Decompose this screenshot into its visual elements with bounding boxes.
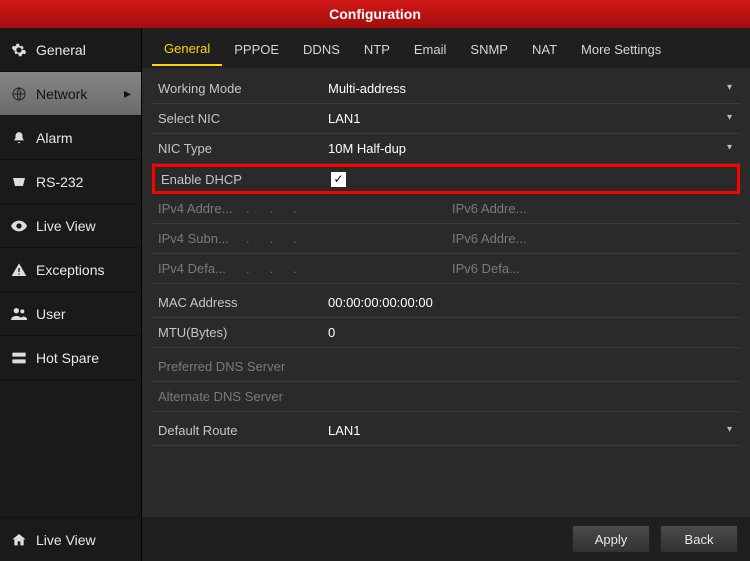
field-dns1[interactable]: Preferred DNS Server xyxy=(152,352,740,382)
label: IPv4 Defa... xyxy=(152,261,242,276)
field-mac: MAC Address 00:00:00:00:00:00 xyxy=(152,288,740,318)
field-default-route[interactable]: Default Route LAN1 xyxy=(152,416,740,446)
titlebar: Configuration xyxy=(0,0,750,28)
field-mtu[interactable]: MTU(Bytes) 0 xyxy=(152,318,740,348)
field-ipv6-address[interactable]: IPv6 Addre... xyxy=(446,194,740,223)
value: LAN1 xyxy=(324,423,740,438)
value: ... xyxy=(242,261,446,276)
label: Working Mode xyxy=(152,81,324,96)
sidebar: General Network ▸ Alarm RS-232 xyxy=(0,28,142,561)
sidebar-item-network[interactable]: Network ▸ xyxy=(0,72,141,116)
user-icon xyxy=(10,305,28,323)
sidebar-item-liveview[interactable]: Live View xyxy=(0,204,141,248)
sidebar-item-label: User xyxy=(36,306,66,322)
field-ipv6-gateway[interactable]: IPv6 Defa... xyxy=(446,254,740,283)
sidebar-item-label: Hot Spare xyxy=(36,350,99,366)
tab-pppoe[interactable]: PPPOE xyxy=(222,32,291,65)
tab-ddns[interactable]: DDNS xyxy=(291,32,352,65)
window-title: Configuration xyxy=(329,6,421,22)
field-ipv4-address[interactable]: IPv4 Addre... ... xyxy=(152,194,446,223)
tab-general[interactable]: General xyxy=(152,31,222,66)
label: Preferred DNS Server xyxy=(152,359,324,374)
field-ipv6-address-2[interactable]: IPv6 Addre... xyxy=(446,224,740,253)
sidebar-item-label: Network xyxy=(36,86,87,102)
field-dns2[interactable]: Alternate DNS Server xyxy=(152,382,740,412)
gear-icon xyxy=(10,41,28,59)
sidebar-item-general[interactable]: General xyxy=(0,28,141,72)
value: Multi-address xyxy=(324,81,740,96)
sidebar-item-user[interactable]: User xyxy=(0,292,141,336)
main-panel: General PPPOE DDNS NTP Email SNMP NAT Mo… xyxy=(142,28,750,561)
field-ipv4-subnet[interactable]: IPv4 Subn... ... xyxy=(152,224,446,253)
field-enable-dhcp[interactable]: Enable DHCP ✓ xyxy=(152,164,740,194)
bell-icon xyxy=(10,129,28,147)
value: 00:00:00:00:00:00 xyxy=(324,295,740,310)
label: Select NIC xyxy=(152,111,324,126)
value: 0 xyxy=(324,325,740,340)
row-ipv4-ipv6-gateway: IPv4 Defa... ... IPv6 Defa... xyxy=(152,254,740,284)
label: IPv6 Defa... xyxy=(446,261,536,276)
field-select-nic[interactable]: Select NIC LAN1 xyxy=(152,104,740,134)
tab-more[interactable]: More Settings xyxy=(569,32,673,65)
label: IPv4 Addre... xyxy=(152,201,242,216)
home-icon xyxy=(10,531,28,549)
apply-button[interactable]: Apply xyxy=(572,525,650,553)
back-button[interactable]: Back xyxy=(660,525,738,553)
serial-port-icon xyxy=(10,173,28,191)
network-icon xyxy=(10,85,28,103)
tab-email[interactable]: Email xyxy=(402,32,459,65)
sidebar-bottom-label: Live View xyxy=(36,532,96,548)
label: IPv6 Addre... xyxy=(446,201,536,216)
eye-icon xyxy=(10,217,28,235)
value: ✓ xyxy=(327,171,737,187)
field-working-mode[interactable]: Working Mode Multi-address xyxy=(152,74,740,104)
field-ipv4-gateway[interactable]: IPv4 Defa... ... xyxy=(152,254,446,283)
label: IPv6 Addre... xyxy=(446,231,536,246)
sidebar-item-label: RS-232 xyxy=(36,174,83,190)
sidebar-item-hotspare[interactable]: Hot Spare xyxy=(0,336,141,380)
sidebar-item-exceptions[interactable]: Exceptions xyxy=(0,248,141,292)
value: ... xyxy=(242,201,446,216)
sidebar-item-label: Alarm xyxy=(36,130,73,146)
checkbox-icon[interactable]: ✓ xyxy=(331,172,346,187)
sidebar-bottom-liveview[interactable]: Live View xyxy=(0,517,141,561)
sidebar-item-rs232[interactable]: RS-232 xyxy=(0,160,141,204)
row-ipv4-ipv6-addr: IPv4 Addre... ... IPv6 Addre... xyxy=(152,194,740,224)
label: MAC Address xyxy=(152,295,324,310)
chevron-right-icon: ▸ xyxy=(124,85,131,102)
field-nic-type[interactable]: NIC Type 10M Half-dup xyxy=(152,134,740,164)
value: ... xyxy=(242,231,446,246)
warning-icon xyxy=(10,261,28,279)
sidebar-item-label: Live View xyxy=(36,218,96,234)
tab-ntp[interactable]: NTP xyxy=(352,32,402,65)
value: LAN1 xyxy=(324,111,740,126)
sidebar-item-label: Exceptions xyxy=(36,262,104,278)
hotspare-icon xyxy=(10,349,28,367)
label: Enable DHCP xyxy=(155,172,327,187)
footer: Apply Back xyxy=(142,517,750,561)
tab-nat[interactable]: NAT xyxy=(520,32,569,65)
label: NIC Type xyxy=(152,141,324,156)
row-ipv4-ipv6-subnet: IPv4 Subn... ... IPv6 Addre... xyxy=(152,224,740,254)
label: IPv4 Subn... xyxy=(152,231,242,246)
label: Default Route xyxy=(152,423,324,438)
value: 10M Half-dup xyxy=(324,141,740,156)
tabbar: General PPPOE DDNS NTP Email SNMP NAT Mo… xyxy=(142,28,750,68)
label: Alternate DNS Server xyxy=(152,389,324,404)
sidebar-item-label: General xyxy=(36,42,86,58)
tab-snmp[interactable]: SNMP xyxy=(458,32,520,65)
label: MTU(Bytes) xyxy=(152,325,324,340)
sidebar-item-alarm[interactable]: Alarm xyxy=(0,116,141,160)
form-area: Working Mode Multi-address Select NIC LA… xyxy=(142,68,750,517)
